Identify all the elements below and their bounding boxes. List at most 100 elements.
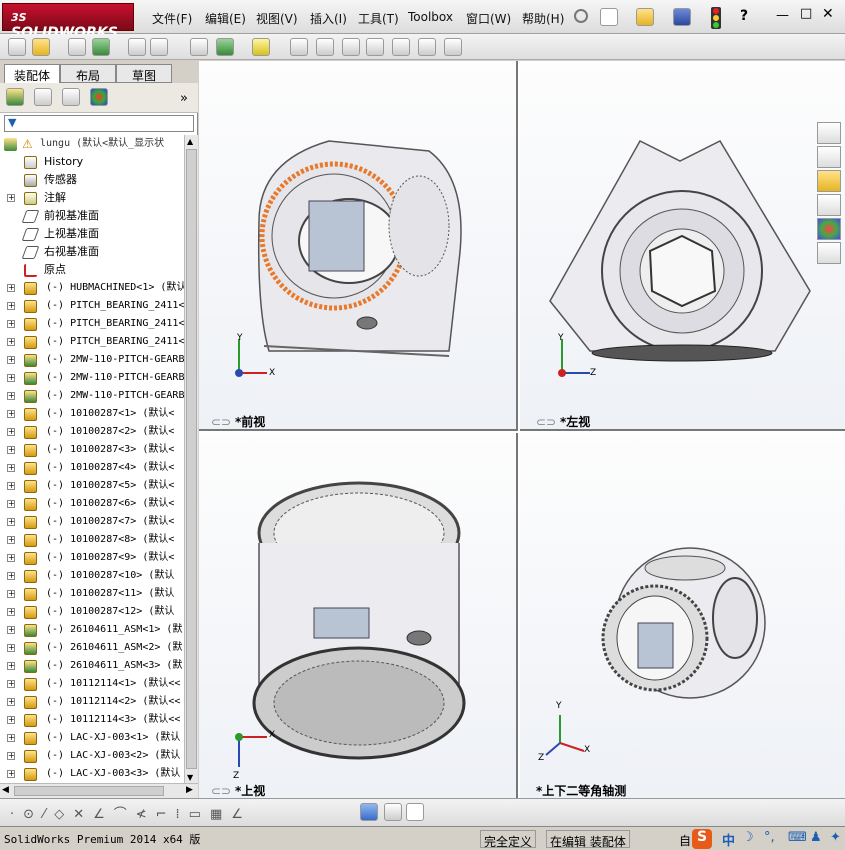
expand-toggle-icon[interactable]: + — [7, 392, 15, 400]
expand-toggle-icon[interactable]: + — [7, 446, 15, 454]
tree-item[interactable]: + (-) 10100287<1> (默认< — [0, 405, 184, 423]
tree-item[interactable]: + (-) 10100287<6> (默认< — [0, 495, 184, 513]
expand-toggle-icon[interactable]: + — [7, 482, 15, 490]
menu-toolbox[interactable]: Toolbox — [408, 10, 453, 24]
tree-item[interactable]: 传感器 — [0, 171, 184, 189]
user-icon[interactable]: ♟ — [810, 830, 822, 845]
traffic-light-icon[interactable] — [711, 7, 721, 29]
tree-item[interactable]: + (-) 10100287<10> (默认 — [0, 567, 184, 585]
assembly-feature-icon[interactable] — [216, 38, 234, 56]
tree-item[interactable]: + (-) LAC-XJ-003<2> (默认 — [0, 747, 184, 765]
expand-toggle-icon[interactable]: + — [7, 194, 15, 202]
menu-help[interactable]: 帮助(H) — [522, 10, 564, 27]
view-cube-icon[interactable] — [360, 803, 378, 821]
scroll-left-icon[interactable]: ◀ — [2, 785, 9, 795]
expand-toggle-icon[interactable]: + — [7, 374, 15, 382]
help-icon[interactable]: ? — [740, 8, 748, 24]
hide-show-icon[interactable] — [190, 38, 208, 56]
menu-insert[interactable]: 插入(I) — [310, 10, 347, 27]
design-library-icon[interactable] — [817, 146, 841, 168]
tree-item[interactable]: + (-) 26104611_ASM<1> (默 — [0, 621, 184, 639]
clearance-icon[interactable] — [418, 38, 436, 56]
expand-toggle-icon[interactable]: + — [7, 680, 15, 688]
tree-item[interactable]: + (-) 10100287<8> (默认< — [0, 531, 184, 549]
tree-item[interactable]: + (-) 2MW-110-PITCH-GEARB — [0, 387, 184, 405]
viewport-front[interactable]: Y X ⊂⊃ *前视 — [199, 61, 518, 431]
tree-item[interactable]: + (-) 10100287<7> (默认< — [0, 513, 184, 531]
moon-icon[interactable]: ☽ — [742, 830, 754, 845]
tree-item[interactable]: + (-) 10112114<1> (默认<< — [0, 675, 184, 693]
tree-horizontal-scrollbar[interactable]: ◀ ▶ — [0, 783, 198, 798]
tree-item[interactable]: + (-) 2MW-110-PITCH-GEARB — [0, 351, 184, 369]
expand-toggle-icon[interactable]: + — [7, 734, 15, 742]
custom-properties-icon[interactable] — [817, 242, 841, 264]
restore-icon[interactable]: □ — [800, 6, 812, 21]
tree-root[interactable]: ⚠ lungu (默认<默认_显示状 — [0, 135, 184, 153]
scroll-up-icon[interactable]: ▲ — [187, 137, 193, 146]
expand-toggle-icon[interactable]: + — [7, 284, 15, 292]
mate-icon[interactable] — [68, 38, 86, 56]
scroll-right-icon[interactable]: ▶ — [186, 785, 193, 795]
tree-item[interactable]: + (-) PITCH_BEARING_2411< — [0, 333, 184, 351]
instant3d-icon[interactable] — [444, 38, 462, 56]
tree-item[interactable]: + (-) 10100287<5> (默认< — [0, 477, 184, 495]
viewport-dimetric[interactable]: Y X Z *上下二等角轴测 — [520, 433, 845, 798]
tree-item[interactable]: + (-) 26104611_ASM<2> (默 — [0, 639, 184, 657]
tree-item[interactable]: + (-) 26104611_ASM<3> (默 — [0, 657, 184, 675]
tree-item[interactable]: History — [0, 153, 184, 171]
component-icon[interactable] — [8, 38, 26, 56]
expand-toggle-icon[interactable]: + — [7, 608, 15, 616]
scroll-down-icon[interactable]: ▼ — [187, 773, 193, 782]
explode-line-icon[interactable] — [366, 38, 384, 56]
tree-item[interactable]: + (-) 10112114<3> (默认<< — [0, 711, 184, 729]
tree-item[interactable]: + (-) 10100287<2> (默认< — [0, 423, 184, 441]
bill-of-materials-icon[interactable] — [316, 38, 334, 56]
move-component-icon[interactable] — [150, 38, 168, 56]
graphics-area[interactable]: ⌕ ⌕ ↶ 👁 ⊡ ⊡ ❐ ✕ Y X — [199, 61, 845, 798]
two-view-icon[interactable] — [384, 803, 402, 821]
appearances-icon[interactable] — [817, 218, 841, 240]
sketch-tool-icons[interactable]: ·⊙⁄◇✕∠⌒≮⌐⁞▭▦∠ — [10, 803, 252, 822]
file-explorer-icon[interactable] — [817, 170, 841, 192]
tree-item[interactable]: + (-) 10100287<9> (默认< — [0, 549, 184, 567]
expand-toggle-icon[interactable]: + — [7, 536, 15, 544]
tree-item[interactable]: + (-) 10112114<2> (默认<< — [0, 693, 184, 711]
tools-icon[interactable]: ✦ — [830, 830, 841, 845]
tree-item[interactable]: 右视基准面 — [0, 243, 184, 261]
expand-toggle-icon[interactable]: + — [7, 770, 15, 778]
viewport-top[interactable]: X Z ⊂⊃ *上视 — [199, 433, 518, 798]
new-document-icon[interactable] — [600, 8, 618, 26]
tree-item[interactable]: + (-) 2MW-110-PITCH-GEARB — [0, 369, 184, 387]
expand-toggle-icon[interactable]: + — [7, 698, 15, 706]
expand-toggle-icon[interactable]: + — [7, 464, 15, 472]
open-folder-icon[interactable] — [636, 8, 654, 26]
expand-toggle-icon[interactable]: + — [7, 716, 15, 724]
tree-item[interactable]: + (-) 10100287<3> (默认< — [0, 441, 184, 459]
interference-icon[interactable] — [392, 38, 410, 56]
smart-fastener-icon[interactable] — [128, 38, 146, 56]
tab-layout[interactable]: 布局 — [60, 64, 116, 83]
expand-toggle-icon[interactable]: + — [7, 338, 15, 346]
feature-manager-icon[interactable] — [6, 88, 24, 106]
tree-item[interactable]: + (-) 10100287<11> (默认 — [0, 585, 184, 603]
tree-item[interactable]: + (-) LAC-XJ-003<3> (默认 — [0, 765, 184, 783]
expand-toggle-icon[interactable]: + — [7, 662, 15, 670]
tree-item[interactable]: + (-) 10100287<12> (默认 — [0, 603, 184, 621]
tree-item[interactable]: + 注解 — [0, 189, 184, 207]
reference-geometry-icon[interactable] — [252, 38, 270, 56]
tree-item[interactable]: + (-) HUBMACHINED<1> (默认 — [0, 279, 184, 297]
exploded-view-icon[interactable] — [342, 38, 360, 56]
view-palette-icon[interactable] — [817, 194, 841, 216]
expand-toggle-icon[interactable]: + — [7, 644, 15, 652]
display-manager-icon[interactable] — [90, 88, 108, 106]
pattern-icon[interactable] — [92, 38, 110, 56]
punctuation-icon[interactable]: °, — [764, 830, 775, 845]
sogou-ime-icon[interactable]: S — [692, 829, 712, 849]
save-icon[interactable] — [673, 8, 691, 26]
menu-edit[interactable]: 编辑(E) — [205, 10, 246, 27]
tab-sketch[interactable]: 草图 — [116, 64, 172, 83]
hscroll-thumb[interactable] — [14, 786, 164, 796]
expand-toggle-icon[interactable]: + — [7, 320, 15, 328]
minimize-icon[interactable]: — — [776, 8, 789, 23]
property-manager-icon[interactable] — [34, 88, 52, 106]
